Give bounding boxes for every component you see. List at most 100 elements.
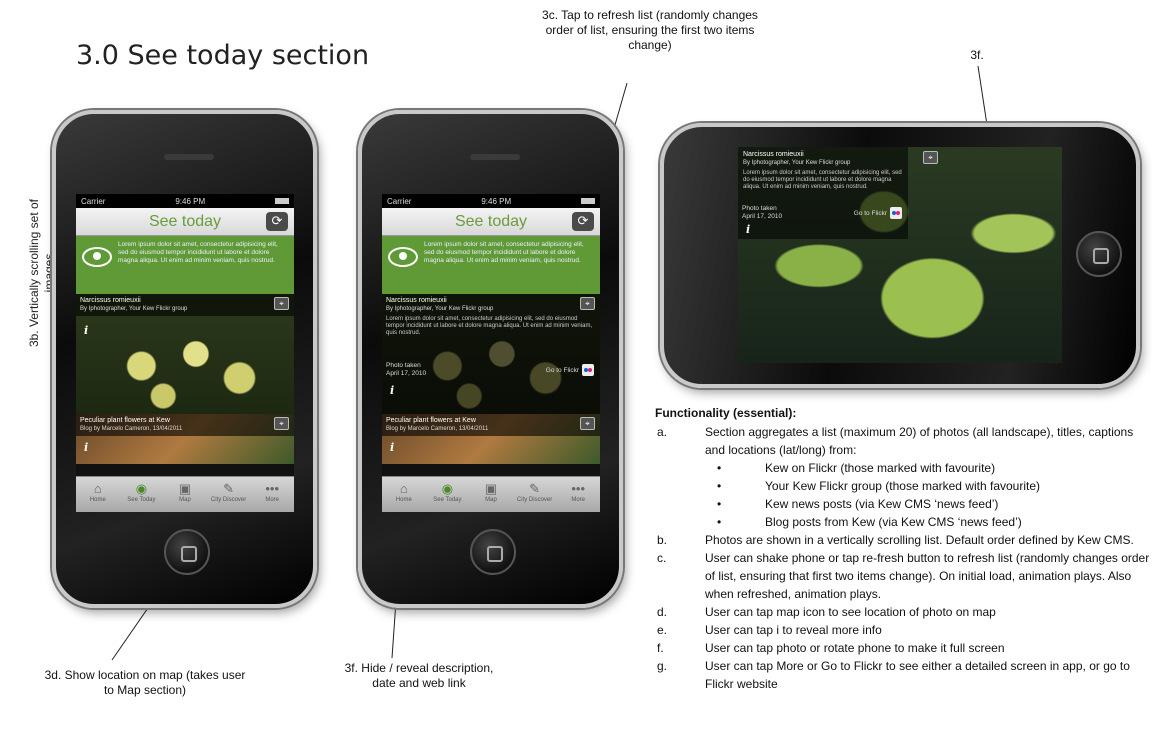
- more-icon: •••: [571, 481, 585, 496]
- intro-banner: Lorem ipsum dolor sit amet, consectetur …: [382, 236, 600, 294]
- fullscreen-photo-view[interactable]: Narcissus romieuxii By Iphotographer, Yo…: [738, 147, 1062, 363]
- list-item: f. User can tap photo or rotate phone to …: [657, 641, 1005, 655]
- photo-card[interactable]: Peculiar plant flowers at Kew Blog by Ma…: [76, 414, 294, 464]
- photo-caption: Narcissus romieuxii By Iphotographer, Yo…: [76, 294, 294, 316]
- photo-title: Narcissus romieuxii: [80, 297, 141, 304]
- list-item: c. User can shake phone or tap re-fresh b…: [657, 551, 1150, 601]
- more-icon: •••: [265, 481, 279, 496]
- photo-title: Peculiar plant flowers at Kew: [80, 417, 170, 424]
- tab-city-discover[interactable]: ✎ City Discover: [207, 477, 251, 512]
- list-item: a. Section aggregates a list (maximum 20)…: [657, 425, 1134, 457]
- photo-byline: Blog by Marcelo Cameron, 13/04/2011: [386, 426, 489, 432]
- annotation-3c: 3c. Tap to refresh list (randomly change…: [542, 8, 758, 52]
- map-icon: ▣: [178, 481, 192, 496]
- photo-description: Lorem ipsum dolor sit amet, consectetur …: [743, 170, 902, 190]
- tab-city-discover[interactable]: ✎ City Discover: [513, 477, 557, 512]
- home-button[interactable]: [470, 529, 516, 575]
- photo-caption: Narcissus romieuxii By Iphotographer, Yo…: [382, 294, 600, 414]
- info-icon[interactable]: i: [84, 441, 88, 454]
- source-item: Kew on Flickr (those marked with favouri…: [655, 459, 1155, 477]
- map-pin-icon[interactable]: ⌖: [274, 297, 289, 310]
- flickr-icon: [582, 364, 594, 376]
- functionality-heading: Functionality (essential):: [655, 406, 797, 420]
- photo-title: Narcissus romieuxii: [743, 151, 804, 158]
- speaker-grille: [470, 154, 520, 160]
- refresh-icon[interactable]: ⟳: [266, 212, 288, 231]
- go-to-flickr-link[interactable]: Go to Flickr: [546, 364, 594, 376]
- page-title: 3.0 See today section: [76, 40, 370, 71]
- nav-header: See today ⟳: [76, 208, 294, 236]
- wrench-icon: ✎: [223, 481, 235, 496]
- see-today-screen-expanded: Carrier 9:46 PM See today ⟳ Lorem ipsum …: [382, 194, 600, 512]
- tab-map[interactable]: ▣ Map: [163, 477, 207, 512]
- tab-see-today[interactable]: ◉ See Today: [426, 477, 470, 512]
- tab-home[interactable]: ⌂ Home: [76, 477, 120, 512]
- tab-bar: ⌂ Home ◉ See Today ▣ Map ✎ City Discover •••…: [76, 476, 294, 512]
- home-icon: ⌂: [93, 481, 102, 496]
- phone-mockup-1: Carrier 9:46 PM See today ⟳ Lorem ipsum …: [52, 110, 317, 608]
- photo-title: Peculiar plant flowers at Kew: [386, 417, 476, 424]
- map-pin-icon[interactable]: ⌖: [580, 297, 595, 310]
- list-item: g. User can tap More or Go to Flickr to s…: [657, 659, 1130, 691]
- refresh-icon[interactable]: ⟳: [572, 212, 594, 231]
- tab-more[interactable]: ••• More: [250, 477, 294, 512]
- photo-card-expanded[interactable]: Narcissus romieuxii By Iphotographer, Yo…: [382, 294, 600, 414]
- wrench-icon: ✎: [529, 481, 541, 496]
- nav-header: See today ⟳: [382, 208, 600, 236]
- tab-map[interactable]: ▣ Map: [469, 477, 513, 512]
- photo-caption: Peculiar plant flowers at Kew Blog by Ma…: [382, 414, 600, 436]
- photo-caption: Narcissus romieuxii By Iphotographer, Yo…: [738, 147, 908, 239]
- photo-byline: By Iphotographer, Your Kew Flickr group: [80, 306, 188, 312]
- photo-date: Photo taken April 17, 2010: [386, 362, 427, 377]
- photo-date: Photo taken April 17, 2010: [742, 205, 783, 220]
- photo-title: Narcissus romieuxii: [386, 297, 447, 304]
- info-icon[interactable]: i: [390, 441, 394, 454]
- eye-icon: ◉: [441, 481, 454, 496]
- info-icon[interactable]: i: [84, 324, 88, 337]
- battery-icon: [275, 198, 289, 204]
- photo-card[interactable]: Narcissus romieuxii By Iphotographer, Yo…: [76, 294, 294, 414]
- source-item: Your Kew Flickr group (those marked with…: [655, 477, 1155, 495]
- info-icon[interactable]: i: [746, 223, 750, 236]
- status-bar: Carrier 9:46 PM: [382, 194, 600, 208]
- home-icon: ⌂: [399, 481, 408, 496]
- eye-icon: ◉: [135, 481, 148, 496]
- home-button[interactable]: [164, 529, 210, 575]
- see-today-screen: Carrier 9:46 PM See today ⟳ Lorem ipsum …: [76, 194, 294, 512]
- photo-byline: Blog by Marcelo Cameron, 13/04/2011: [80, 426, 183, 432]
- list-item: e. User can tap i to reveal more info: [657, 623, 882, 637]
- flickr-icon: [890, 207, 902, 219]
- photo-byline: By Iphotographer, Your Kew Flickr group: [386, 306, 494, 312]
- phone-mockup-landscape: Narcissus romieuxii By Iphotographer, Yo…: [660, 123, 1140, 388]
- tab-see-today[interactable]: ◉ See Today: [120, 477, 164, 512]
- map-pin-icon[interactable]: ⌖: [580, 417, 595, 430]
- phone-mockup-2: Carrier 9:46 PM See today ⟳ Lorem ipsum …: [358, 110, 623, 608]
- photo-caption: Peculiar plant flowers at Kew Blog by Ma…: [76, 414, 294, 436]
- intro-text: Lorem ipsum dolor sit amet, consectetur …: [424, 241, 584, 264]
- map-pin-icon[interactable]: ⌖: [923, 151, 938, 164]
- photo-card[interactable]: Peculiar plant flowers at Kew Blog by Ma…: [382, 414, 600, 464]
- intro-text: Lorem ipsum dolor sit amet, consectetur …: [118, 241, 278, 264]
- tab-more[interactable]: ••• More: [556, 477, 600, 512]
- home-button[interactable]: [1076, 231, 1122, 277]
- annotation-3f-bottom: 3f. Hide / reveal description, date and …: [344, 661, 494, 690]
- go-to-flickr-link[interactable]: Go to Flickr: [854, 207, 902, 219]
- map-pin-icon[interactable]: ⌖: [274, 417, 289, 430]
- info-icon[interactable]: i: [390, 384, 394, 397]
- clock: 9:46 PM: [175, 196, 206, 206]
- speaker-grille: [164, 154, 214, 160]
- header-title: See today: [148, 213, 222, 230]
- status-bar: Carrier 9:46 PM: [76, 194, 294, 208]
- carrier-label: Carrier: [81, 196, 106, 206]
- tab-home[interactable]: ⌂ Home: [382, 477, 426, 512]
- annotation-3d: 3d. Show location on map (takes user to …: [44, 668, 246, 697]
- source-item: Kew news posts (via Kew CMS ‘news feed’): [655, 495, 1155, 513]
- clock: 9:46 PM: [481, 196, 512, 206]
- list-item: b. Photos are shown in a vertically scrol…: [657, 533, 1134, 547]
- tab-bar: ⌂ Home ◉ See Today ▣ Map ✎ City Discover •••…: [382, 476, 600, 512]
- carrier-label: Carrier: [387, 196, 412, 206]
- eye-icon: [388, 247, 418, 267]
- source-item: Blog posts from Kew (via Kew CMS ‘news f…: [655, 513, 1155, 531]
- battery-icon: [581, 198, 595, 204]
- map-icon: ▣: [484, 481, 498, 496]
